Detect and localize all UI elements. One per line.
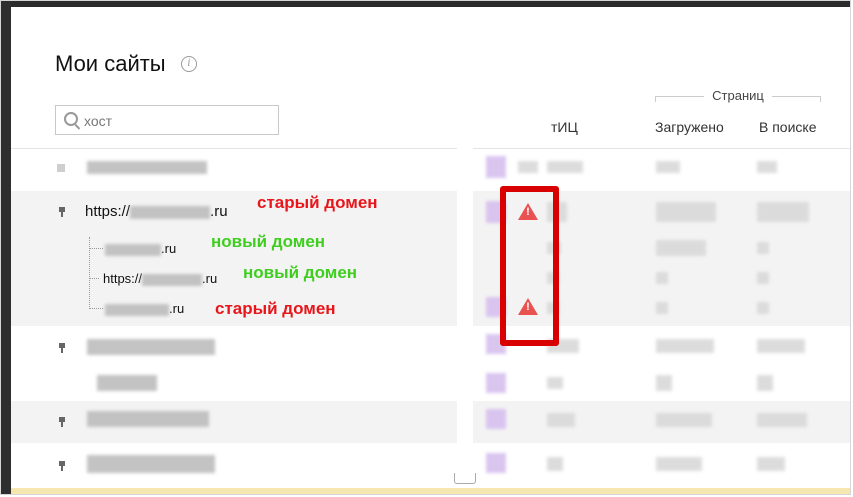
annotation-new-domain: новый домен	[211, 232, 326, 251]
row-marker	[57, 164, 65, 172]
annotation-old-domain: старый домен	[257, 193, 378, 212]
blurred-cell	[547, 377, 563, 389]
blurred-cell	[757, 457, 785, 471]
blurred-domain	[105, 243, 161, 256]
info-icon[interactable]: i	[181, 56, 197, 72]
blurred-cell	[547, 161, 583, 173]
scroll-handle[interactable]	[454, 473, 476, 484]
column-group-pages: Страниц	[655, 88, 821, 103]
blurred-site-name	[87, 161, 207, 174]
blurred-cell	[656, 202, 716, 222]
blurred-cell	[486, 373, 506, 393]
tree-branch	[89, 308, 103, 310]
search-input[interactable]	[82, 110, 276, 132]
pin-icon[interactable]	[58, 207, 66, 217]
column-gap	[457, 148, 473, 490]
blurred-cell	[518, 161, 538, 173]
blurred-domain	[105, 303, 169, 316]
sub-site-link[interactable]: .ru	[105, 241, 176, 256]
blurred-cell	[486, 156, 506, 178]
annotation-new-domain: новый домен	[243, 263, 358, 282]
blurred-cell	[757, 375, 773, 391]
blurred-cell	[757, 272, 769, 284]
blurred-cell	[656, 240, 706, 256]
blurred-site-name	[97, 375, 157, 391]
blurred-cell	[547, 413, 575, 427]
blurred-cell	[656, 413, 712, 427]
blurred-cell	[757, 339, 805, 353]
blurred-site-name	[87, 411, 209, 427]
search-icon	[64, 112, 78, 126]
pin-icon[interactable]	[58, 343, 66, 353]
top-bar	[1, 1, 850, 7]
highlight-box	[500, 186, 559, 346]
tree-branch	[89, 278, 99, 280]
sub-site-link[interactable]: https:// .ru	[103, 271, 217, 286]
left-bar	[1, 1, 11, 494]
blurred-cell	[486, 453, 506, 473]
window: Мои сайты i Страниц тИЦ Загружено В поис…	[0, 0, 851, 495]
blurred-cell	[757, 202, 809, 222]
search-box[interactable]	[55, 105, 279, 135]
site-suffix: .ru	[210, 203, 228, 220]
site-suffix: .ru	[169, 301, 185, 316]
site-prefix: https://	[85, 203, 131, 220]
blurred-cell	[757, 302, 769, 314]
blurred-cell	[656, 375, 672, 391]
tree-branch	[89, 248, 103, 250]
sub-site-link[interactable]: .ru	[105, 301, 184, 316]
site-prefix: https://	[103, 271, 143, 286]
blurred-cell	[757, 161, 777, 173]
blurred-cell	[757, 242, 769, 254]
pin-icon[interactable]	[58, 417, 66, 427]
page-title: Мои сайты	[55, 51, 166, 76]
column-header-tic[interactable]: тИЦ	[551, 119, 578, 135]
blurred-cell	[656, 339, 714, 353]
column-header-in-search[interactable]: В поиске	[759, 119, 816, 135]
blurred-domain	[130, 205, 211, 219]
blurred-site-name	[87, 455, 215, 473]
blurred-cell	[547, 457, 563, 471]
pin-icon[interactable]	[58, 461, 66, 471]
column-header-loaded[interactable]: Загружено	[655, 119, 724, 135]
site-suffix: .ru	[161, 241, 177, 256]
blurred-domain	[142, 273, 203, 286]
blurred-cell	[656, 457, 702, 471]
blurred-cell	[757, 413, 807, 427]
blurred-cell	[486, 409, 506, 429]
blurred-site-name	[87, 339, 215, 355]
site-suffix: .ru	[202, 271, 218, 286]
site-link[interactable]: https:// .ru	[85, 203, 228, 220]
blurred-cell	[656, 161, 680, 173]
blurred-cell	[656, 302, 668, 314]
annotation-old-domain: старый домен	[215, 299, 336, 318]
column-group-label: Страниц	[704, 88, 772, 103]
blurred-cell	[656, 272, 668, 284]
bottom-strip	[11, 488, 850, 494]
